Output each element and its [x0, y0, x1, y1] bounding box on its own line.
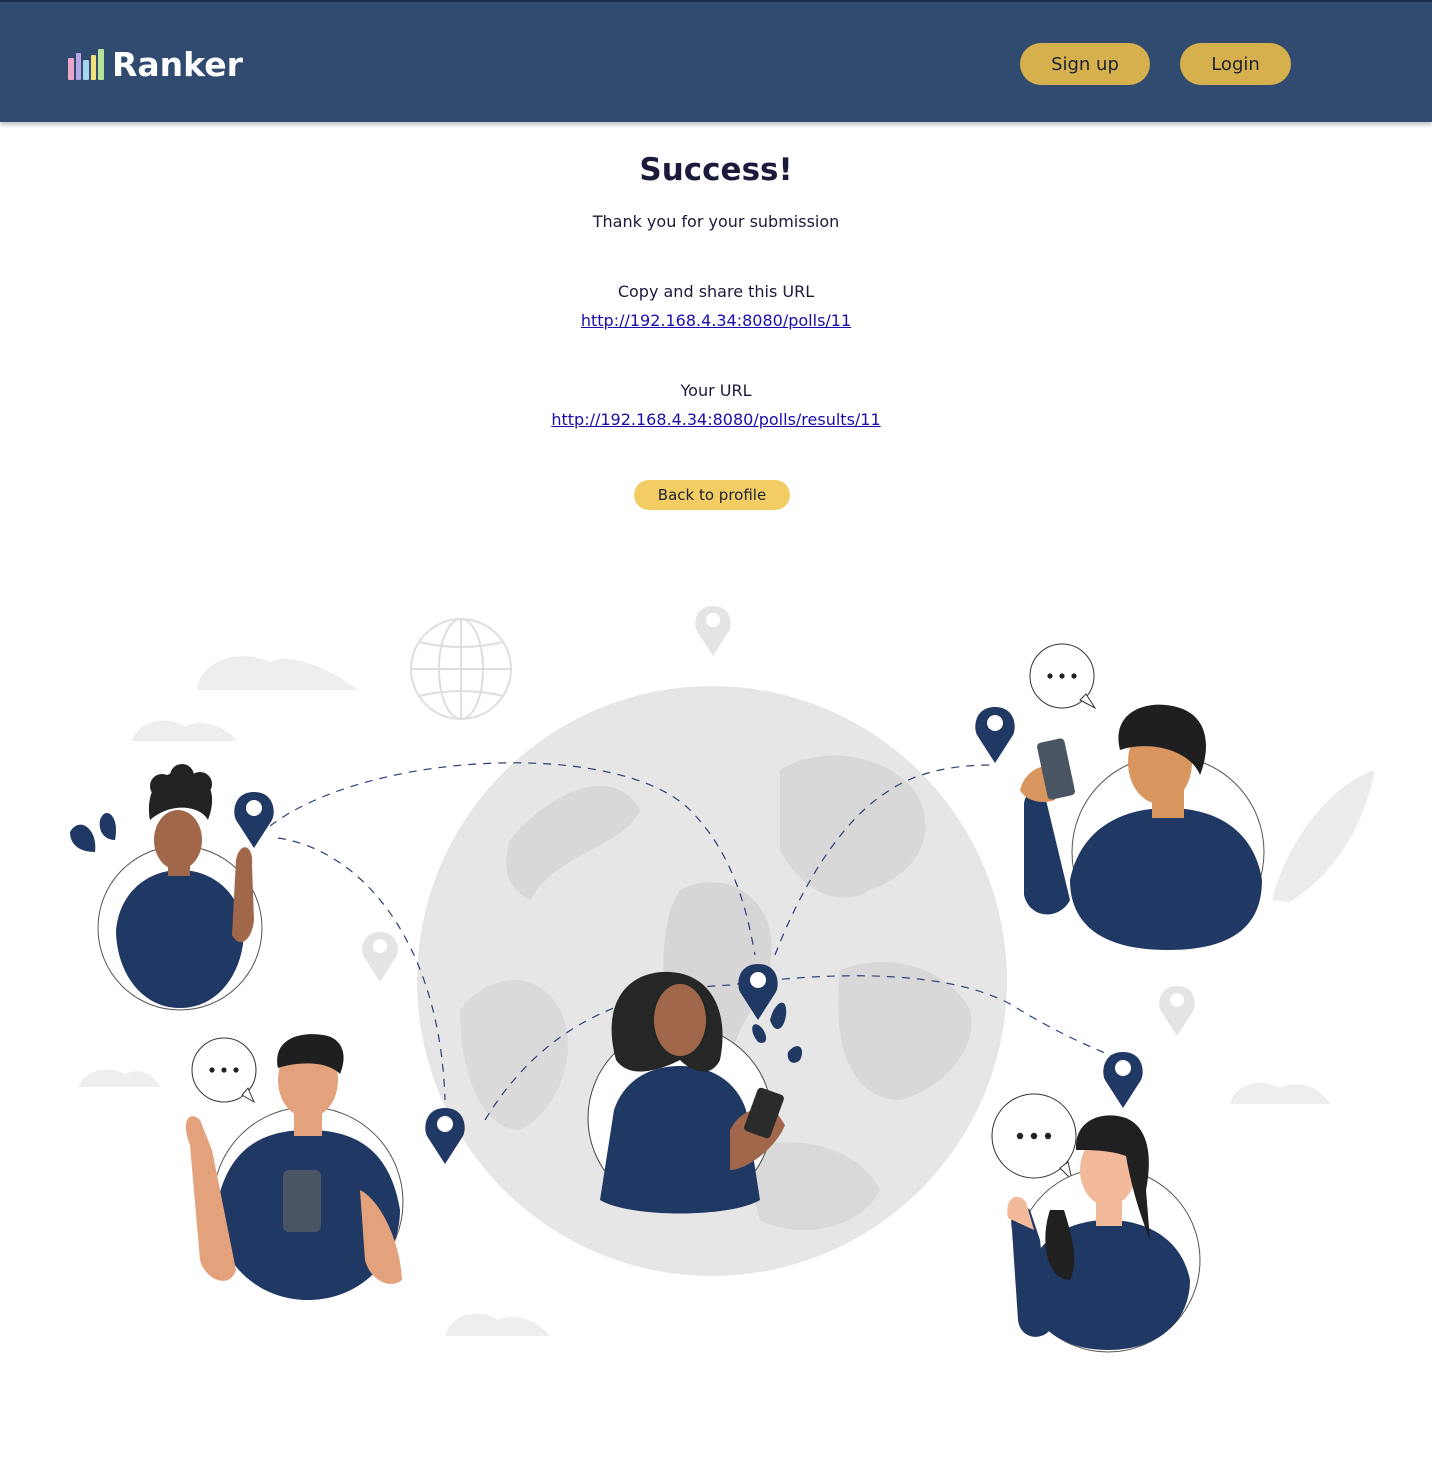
- location-pin-icon: [1103, 1052, 1143, 1108]
- your-url-link[interactable]: http://192.168.4.34:8080/polls/results/1…: [551, 410, 880, 429]
- location-pin-icon: [1159, 986, 1195, 1036]
- location-pin-icon: [975, 707, 1015, 763]
- your-url-row: http://192.168.4.34:8080/polls/results/1…: [0, 410, 1432, 429]
- top-navigation-bar: Ranker Sign up Login: [0, 0, 1432, 122]
- location-pin-icon: [234, 792, 274, 848]
- leaf-decoration: [1272, 770, 1375, 902]
- people-globe-illustration: [70, 606, 1375, 1353]
- location-pin-icon: [695, 606, 731, 656]
- your-url-label: Your URL: [680, 381, 752, 400]
- share-url-link[interactable]: http://192.168.4.34:8080/polls/11: [581, 311, 851, 330]
- location-pin-icon: [425, 1108, 465, 1164]
- brand-name: Ranker: [112, 44, 243, 84]
- location-pin-icon: [362, 932, 398, 982]
- login-button[interactable]: Login: [1180, 43, 1291, 85]
- globe-outline-icon: [410, 618, 512, 720]
- person-with-phone-avatar: [1020, 704, 1265, 950]
- page-title: Success!: [639, 152, 793, 188]
- bar-chart-logo-icon: [68, 48, 104, 80]
- brand-logo-link[interactable]: Ranker: [68, 44, 243, 84]
- submission-message: Thank you for your submission: [592, 212, 840, 231]
- share-url-label: Copy and share this URL: [617, 282, 815, 301]
- sign-up-button[interactable]: Sign up: [1020, 43, 1150, 85]
- share-url-row: http://192.168.4.34:8080/polls/11: [0, 311, 1432, 330]
- person-waving-avatar: [70, 764, 263, 1011]
- back-to-profile-button[interactable]: Back to profile: [634, 480, 790, 510]
